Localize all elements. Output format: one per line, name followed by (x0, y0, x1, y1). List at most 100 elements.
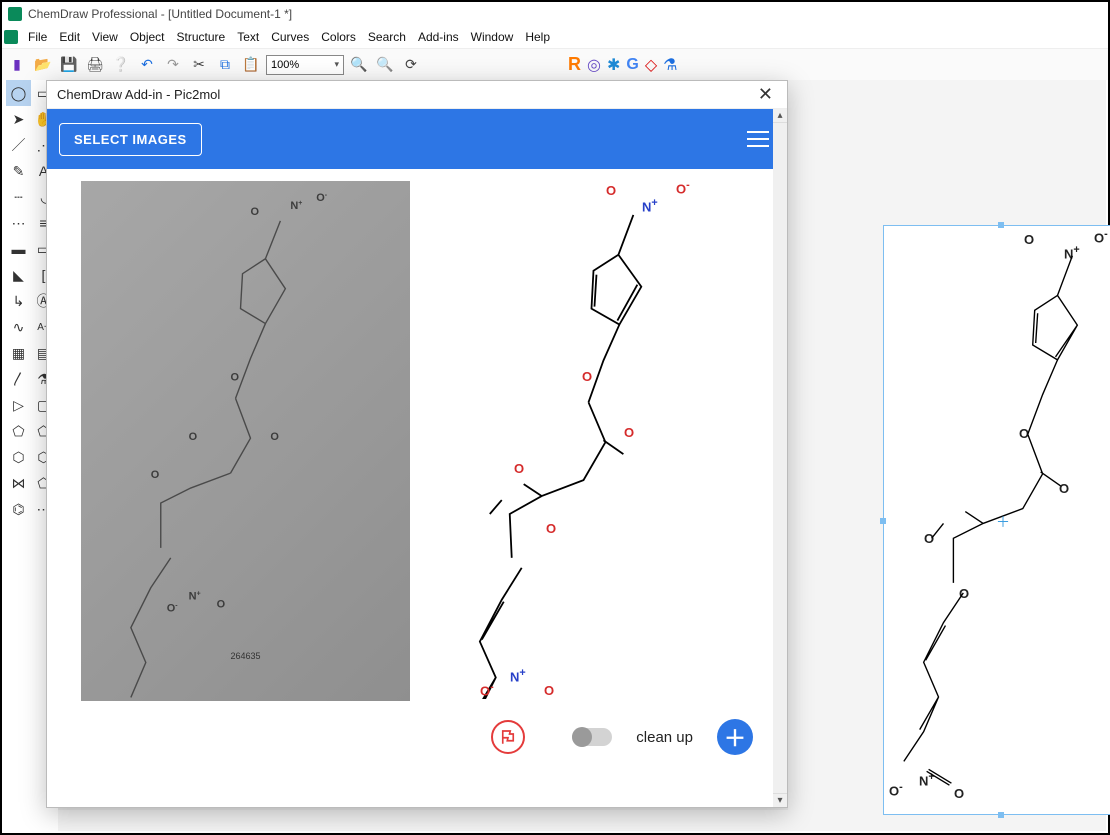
atom-Ominus: O- (480, 681, 494, 698)
menu-icon (4, 30, 18, 44)
atom-O: O (606, 183, 616, 198)
svg-text:O: O (231, 371, 240, 383)
zigzag-tool[interactable]: 〳 (6, 366, 31, 392)
svg-text:O-: O- (167, 603, 179, 615)
selection-center-icon: ＋ (996, 512, 1010, 532)
menu-help[interactable]: Help (519, 28, 556, 46)
action-row: clean up ＋ (81, 707, 753, 767)
menu-curves[interactable]: Curves (265, 28, 315, 46)
menu-addins[interactable]: Add-ins (412, 28, 465, 46)
menu-object[interactable]: Object (124, 28, 171, 46)
selection-handle[interactable] (880, 518, 886, 524)
menu-icon[interactable] (747, 131, 769, 147)
atom-O: O (582, 369, 592, 384)
selection-handle[interactable] (998, 812, 1004, 818)
zoom-select[interactable]: 100% ▾ (266, 55, 344, 75)
scroll-up-icon[interactable]: ▴ (773, 109, 787, 123)
dialog-titlebar[interactable]: ChemDraw Add-in - Pic2mol ✕ (47, 81, 787, 109)
scroll-down-icon[interactable]: ▾ (773, 793, 787, 807)
rotate-3d-button[interactable]: ⟳ (400, 54, 422, 76)
copy-button[interactable]: ⧉ (214, 54, 236, 76)
menu-search[interactable]: Search (362, 28, 412, 46)
dialog-title-text: ChemDraw Add-in - Pic2mol (57, 87, 220, 102)
atom-N: N+ (510, 667, 526, 684)
paste-button[interactable]: 📋 (240, 54, 262, 76)
addin-icons: R ◎ ✱ G ◇ ⚗ (568, 54, 677, 75)
svg-text:O: O (189, 431, 198, 443)
atom-O: O (544, 683, 554, 698)
bowtie-tool[interactable]: ⋈ (6, 470, 31, 496)
hazard-icon[interactable]: ◇ (645, 55, 657, 75)
dialog-header: SELECT IMAGES (47, 109, 787, 169)
menu-colors[interactable]: Colors (315, 28, 362, 46)
atom-O: O (514, 461, 524, 476)
svg-text:O-: O- (316, 192, 328, 204)
arrow-tool[interactable]: ➤ (6, 106, 31, 132)
arrow2-tool[interactable]: ↳ (6, 288, 31, 314)
pen-tool[interactable]: ✎ (6, 158, 31, 184)
atom-N: N+ (642, 197, 658, 214)
menu-text[interactable]: Text (231, 28, 265, 46)
line-tool[interactable]: ／ (6, 132, 31, 158)
svg-text:O: O (250, 206, 259, 218)
open-button[interactable]: 📂 (32, 54, 54, 76)
svg-text:N+: N+ (189, 591, 201, 603)
recognized-structure[interactable]: O N+ O- O O O O O- N+ O (424, 181, 753, 701)
undo-button[interactable]: ↶ (136, 54, 158, 76)
table-tool[interactable]: ▦ (6, 340, 31, 366)
svg-text:O: O (217, 599, 226, 611)
title-bar: ChemDraw Professional - [Untitled Docume… (2, 2, 1108, 26)
atom-O: O (546, 521, 556, 536)
svg-text:N+: N+ (290, 200, 302, 212)
selection-handle[interactable] (998, 222, 1004, 228)
menu-view[interactable]: View (86, 28, 124, 46)
menu-bar: File Edit View Object Structure Text Cur… (2, 26, 1108, 48)
close-icon[interactable]: ✕ (754, 84, 777, 105)
cut-button[interactable]: ✂ (188, 54, 210, 76)
recognized-structure-svg (424, 181, 753, 699)
main-toolbar: ▮ 📂 💾 🖨 ❔ ↶ ↷ ✂ ⧉ 📋 100% ▾ 🔍 🔍 ⟳ R ◎ ✱ G… (2, 48, 1108, 80)
cleanup-toggle[interactable] (572, 728, 612, 746)
svg-text:O: O (270, 431, 279, 443)
wedge-tool[interactable]: ◣ (6, 262, 31, 288)
cube-addin-icon[interactable]: ◎ (587, 55, 601, 75)
dashed-tool[interactable]: ┄ (6, 184, 31, 210)
hex-addin-icon[interactable]: ✱ (607, 55, 620, 75)
flask-icon[interactable]: ⚗ (663, 55, 677, 75)
app-title: ChemDraw Professional - [Untitled Docume… (28, 7, 292, 21)
bold-line-tool[interactable]: ▬ (6, 236, 31, 262)
wavy-tool[interactable]: ∿ (6, 314, 31, 340)
cleanup-label: clean up (636, 729, 693, 746)
select-images-button[interactable]: SELECT IMAGES (59, 123, 202, 156)
atom-Ominus: O- (676, 179, 690, 196)
redo-button[interactable]: ↷ (162, 54, 184, 76)
help-button[interactable]: ❔ (110, 54, 132, 76)
chevron-down-icon: ▾ (334, 59, 339, 70)
pentagon-tool[interactable]: ⬠ (6, 418, 31, 444)
reaxys-icon[interactable]: R (568, 54, 581, 75)
hexagon-tool[interactable]: ⬡ (6, 444, 31, 470)
flag-icon (499, 728, 517, 746)
menu-window[interactable]: Window (465, 28, 520, 46)
dots-tool[interactable]: ⋯ (6, 210, 31, 236)
image-result-row: ON+O- OO OO N+O-O 264635 (81, 181, 753, 701)
lasso-tool[interactable]: ◯ (6, 80, 31, 106)
result-panels: ON+O- OO OO N+O-O 264635 (47, 169, 773, 807)
atom-O: O (624, 425, 634, 440)
triangle-tool[interactable]: ▷ (6, 392, 31, 418)
flag-button[interactable] (491, 720, 525, 754)
save-button[interactable]: 💾 (58, 54, 80, 76)
print-button[interactable]: 🖨 (84, 54, 106, 76)
app-icon (8, 7, 22, 21)
menu-file[interactable]: File (22, 28, 53, 46)
menu-structure[interactable]: Structure (171, 28, 232, 46)
dialog-scrollbar[interactable]: ▴ ▾ (773, 109, 787, 807)
zoom-in-button[interactable]: 🔍 (348, 54, 370, 76)
new-doc-button[interactable]: ▮ (6, 54, 28, 76)
zoom-out-button[interactable]: 🔍 (374, 54, 396, 76)
source-photo[interactable]: ON+O- OO OO N+O-O 264635 (81, 181, 410, 701)
add-button[interactable]: ＋ (717, 719, 753, 755)
google-addin-icon[interactable]: G (626, 56, 638, 74)
benzene-tool[interactable]: ⌬ (6, 496, 31, 522)
menu-edit[interactable]: Edit (53, 28, 86, 46)
